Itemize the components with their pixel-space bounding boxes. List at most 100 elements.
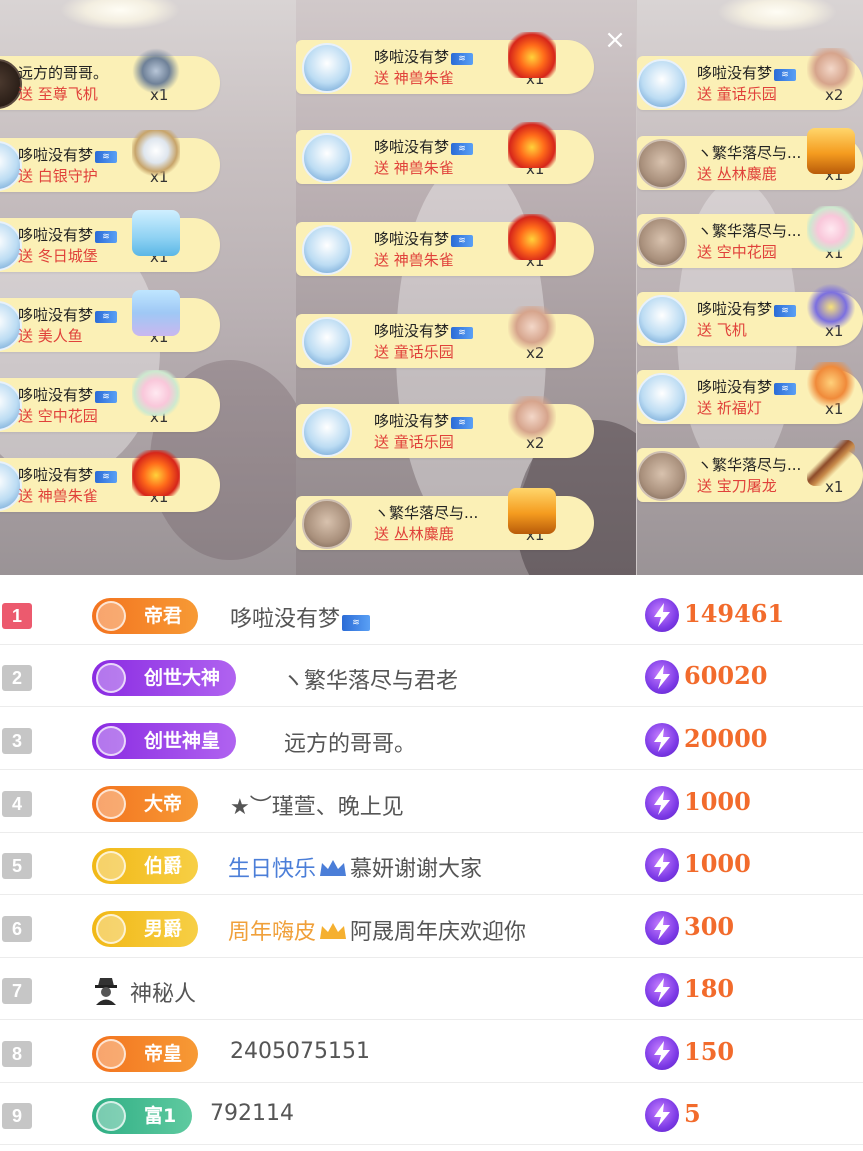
- user-name[interactable]: 哆啦没有梦 ≋: [230, 601, 371, 633]
- avatar[interactable]: [637, 139, 687, 189]
- lightning-icon: [645, 723, 679, 757]
- user-name-text: 神秘人: [130, 982, 197, 1007]
- sender-name-text: 哆啦没有梦: [374, 322, 450, 340]
- level-badge: 大帝: [92, 786, 199, 822]
- sender-name-text: ヽ繁华落尽与...: [697, 222, 802, 240]
- user-name-text: ヽ繁华落尽与君老: [282, 669, 459, 694]
- sender-name: ヽ繁华落尽与...: [697, 142, 801, 163]
- rank-number: 5: [2, 853, 32, 879]
- user-name[interactable]: 周年嗨皮 阿晟周年庆欢迎你: [228, 914, 526, 946]
- contribution-score: 150: [684, 1037, 735, 1066]
- ranking-row[interactable]: 4 大帝 ★︶瑾萱、晚上见 1000: [0, 771, 863, 833]
- lightning-icon: [645, 660, 679, 694]
- avatar[interactable]: [302, 499, 352, 549]
- lightning-icon: [645, 598, 679, 632]
- mystery-person-icon: [90, 974, 122, 1006]
- ranking-row[interactable]: 6 男爵 周年嗨皮 阿晟周年庆欢迎你 300: [0, 896, 863, 958]
- user-name[interactable]: 神秘人: [130, 976, 196, 1008]
- avatar[interactable]: [302, 43, 352, 93]
- gift-feed-column-1: 远方的哥哥。送 至尊飞机 x1 哆啦没有梦 ≋ 送 白银守护 x1 哆啦没有梦 ≋ 送 冬日城堡…: [0, 0, 296, 575]
- gift-name: 送 冬日城堡: [18, 247, 98, 265]
- user-name-text: 阿晟周年庆欢迎你: [350, 920, 527, 945]
- ranking-row[interactable]: 5 伯爵 生日快乐 慕妍谢谢大家 1000: [0, 833, 863, 895]
- mermaid-icon: [132, 290, 180, 336]
- avatar[interactable]: [302, 225, 352, 275]
- level-badge-label: 大帝: [144, 793, 183, 815]
- ranking-list: 1 帝君 哆啦没有梦 ≋ 149461 2 创世大神 ヽ繁华落尽与君老 60020 3 创世神皇 远方…: [0, 575, 863, 1151]
- level-emblem-icon: [96, 663, 126, 693]
- gift-name: 送 丛林麋鹿: [374, 525, 454, 543]
- sender-name-text: 远方的哥哥。: [18, 64, 109, 82]
- level-badge-label: 富1: [144, 1105, 177, 1127]
- level-emblem-icon: [96, 789, 126, 819]
- level-badge-label: 伯爵: [144, 855, 183, 877]
- gift-name: 送 神兽朱雀: [374, 159, 454, 177]
- avatar[interactable]: [637, 217, 687, 267]
- sender-name-text: 哆啦没有梦: [18, 226, 94, 244]
- level-emblem-icon: [96, 726, 126, 756]
- gift-name: 送 飞机: [697, 321, 747, 339]
- castle-icon: [132, 210, 180, 256]
- user-name[interactable]: ヽ繁华落尽与君老: [282, 663, 458, 695]
- avatar[interactable]: [637, 59, 687, 109]
- lamp-icon: [807, 362, 855, 408]
- user-name-text: 哆啦没有梦: [230, 607, 341, 632]
- crown-icon: [318, 858, 348, 878]
- sender-name: 哆啦没有梦 ≋: [18, 144, 118, 165]
- level-badge-label: 男爵: [144, 918, 183, 940]
- user-name[interactable]: 2405075151: [230, 1039, 370, 1064]
- phoenix-icon: [508, 32, 556, 78]
- gift-name: 送 空中花园: [18, 407, 98, 425]
- ranking-row[interactable]: 9 富1 792114 5: [0, 1083, 863, 1145]
- user-name-text: 792114: [210, 1101, 294, 1126]
- level-emblem-icon: [96, 1039, 126, 1069]
- avatar[interactable]: [637, 373, 687, 423]
- user-name[interactable]: 生日快乐 慕妍谢谢大家: [228, 851, 482, 883]
- gift-name: 送 童话乐园: [697, 85, 777, 103]
- user-name[interactable]: 远方的哥哥。: [284, 726, 416, 758]
- level-emblem-icon: [96, 1101, 126, 1131]
- lightning-icon: [645, 1098, 679, 1132]
- close-icon[interactable]: ×: [603, 27, 627, 53]
- contribution-score: 180: [684, 974, 735, 1003]
- user-name[interactable]: 792114: [210, 1101, 294, 1126]
- avatar[interactable]: [302, 407, 352, 457]
- ranking-row[interactable]: 7 神秘人 180: [0, 958, 863, 1020]
- avatar[interactable]: [302, 133, 352, 183]
- ranking-row[interactable]: 3 创世神皇 远方的哥哥。 20000: [0, 708, 863, 770]
- level-badge-icon: ≋: [451, 235, 474, 247]
- name-prefix: 周年嗨皮: [228, 920, 317, 945]
- level-badge-icon: ≋: [774, 305, 797, 317]
- ranking-row[interactable]: 1 帝君 哆啦没有梦 ≋ 149461: [0, 583, 863, 645]
- carousel-icon: [508, 396, 556, 442]
- rank-number: 9: [2, 1103, 32, 1129]
- gift-notification: 哆啦没有梦 ≋ 送 空中花园 x1: [0, 370, 220, 432]
- level-badge-icon: ≋: [774, 383, 797, 395]
- level-badge-icon: ≋: [451, 143, 474, 155]
- level-badge: 伯爵: [92, 848, 199, 884]
- level-badge-icon: ≋: [451, 327, 474, 339]
- sender-name: 哆啦没有梦 ≋: [697, 376, 797, 397]
- sender-name: ヽ繁华落尽与...: [374, 502, 478, 523]
- gift-name: 送 童话乐园: [374, 433, 454, 451]
- sender-name-text: 哆啦没有梦: [374, 48, 450, 66]
- avatar[interactable]: [302, 317, 352, 367]
- user-name[interactable]: ★︶瑾萱、晚上见: [230, 789, 404, 821]
- sender-name: 哆啦没有梦 ≋: [697, 62, 797, 83]
- gift-name: 送 至尊飞机: [18, 85, 98, 103]
- level-badge-icon: ≋: [451, 417, 474, 429]
- sender-name-text: 哆啦没有梦: [374, 230, 450, 248]
- gift-name: 送 神兽朱雀: [374, 251, 454, 269]
- sender-name: 哆啦没有梦 ≋: [374, 320, 474, 341]
- contribution-score: 1000: [684, 787, 751, 816]
- ranking-row[interactable]: 8 帝皇 2405075151 150: [0, 1021, 863, 1083]
- avatar[interactable]: [637, 451, 687, 501]
- avatar[interactable]: [637, 295, 687, 345]
- ranking-row[interactable]: 2 创世大神 ヽ繁华落尽与君老 60020: [0, 645, 863, 707]
- gift-notification: ヽ繁华落尽与... 送 宝刀屠龙 x1: [637, 440, 863, 502]
- lightning-icon: [645, 1036, 679, 1070]
- gift-name: 送 丛林麋鹿: [697, 165, 777, 183]
- sender-name: 哆啦没有梦 ≋: [18, 384, 118, 405]
- gift-name: 送 美人鱼: [18, 327, 83, 345]
- lightning-icon: [645, 848, 679, 882]
